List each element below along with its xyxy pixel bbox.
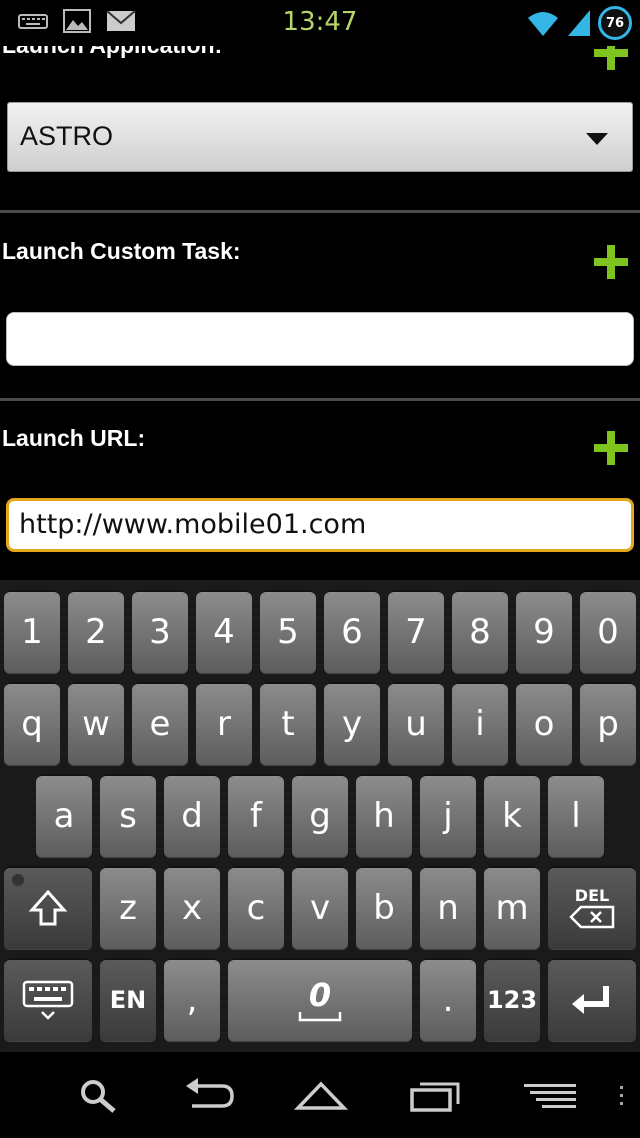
shift-arrow-icon: [28, 889, 68, 926]
key-v[interactable]: v: [292, 866, 348, 950]
launch-custom-task-label: Launch Custom Task:: [2, 238, 241, 264]
home-icon[interactable]: [294, 1078, 348, 1114]
url-input[interactable]: http://www.mobile01.com: [6, 498, 634, 552]
launch-url-label: Launch URL:: [2, 425, 146, 451]
search-icon[interactable]: [78, 1078, 120, 1114]
application-selected-value: ASTRO: [20, 121, 114, 151]
url-value: http://www.mobile01.com: [19, 509, 367, 540]
key-i[interactable]: i: [452, 682, 508, 766]
key-u[interactable]: u: [388, 682, 444, 766]
add-custom-task-plus-icon[interactable]: [594, 245, 628, 279]
comma-key[interactable]: ,: [164, 958, 220, 1042]
key-2[interactable]: 2: [68, 590, 124, 674]
key-q[interactable]: q: [4, 682, 60, 766]
dropdown-arrow-icon: [586, 133, 608, 145]
status-bar: 13:47 76: [0, 0, 640, 46]
application-spinner[interactable]: ASTRO: [7, 102, 633, 172]
space-icon: [298, 1012, 342, 1022]
key-8[interactable]: 8: [452, 590, 508, 674]
delete-label: DEL: [574, 886, 610, 905]
key-1[interactable]: 1: [4, 590, 60, 674]
key-g[interactable]: g: [292, 774, 348, 858]
key-c[interactable]: c: [228, 866, 284, 950]
key-w[interactable]: w: [68, 682, 124, 766]
key-0[interactable]: 0: [580, 590, 636, 674]
key-7[interactable]: 7: [388, 590, 444, 674]
key-f[interactable]: f: [228, 774, 284, 858]
back-icon[interactable]: [182, 1078, 236, 1114]
space-logo: 0: [308, 976, 332, 1014]
shift-key[interactable]: [4, 866, 92, 950]
key-l[interactable]: l: [548, 774, 604, 858]
key-a[interactable]: a: [36, 774, 92, 858]
keyboard-settings-key[interactable]: [4, 958, 92, 1042]
key-p[interactable]: p: [580, 682, 636, 766]
enter-key[interactable]: [548, 958, 636, 1042]
overflow-icon[interactable]: [618, 1078, 626, 1114]
key-d[interactable]: d: [164, 774, 220, 858]
key-m[interactable]: m: [484, 866, 540, 950]
shift-indicator: [12, 874, 24, 886]
launch-application-label: Launch Application:: [2, 46, 222, 59]
key-s[interactable]: s: [100, 774, 156, 858]
settings-form[interactable]: Launch Application: ASTRO Launch Custom …: [0, 46, 640, 580]
key-6[interactable]: 6: [324, 590, 380, 674]
key-o[interactable]: o: [516, 682, 572, 766]
enter-icon: [572, 986, 609, 1014]
period-key[interactable]: .: [420, 958, 476, 1042]
delete-key[interactable]: DEL: [548, 866, 636, 950]
status-right-icons: 76: [526, 6, 632, 40]
signal-icon: [568, 10, 590, 36]
add-url-plus-icon[interactable]: [594, 431, 628, 465]
key-b[interactable]: b: [356, 866, 412, 950]
divider: [0, 398, 640, 401]
language-key[interactable]: EN: [100, 958, 156, 1042]
key-n[interactable]: n: [420, 866, 476, 950]
space-bar[interactable]: 0: [228, 958, 412, 1042]
key-9[interactable]: 9: [516, 590, 572, 674]
backspace-icon: [569, 905, 615, 929]
navigation-bar: [0, 1052, 640, 1138]
keyboard-icon: [22, 980, 74, 1020]
divider: [0, 210, 640, 213]
key-z[interactable]: z: [100, 866, 156, 950]
key-4[interactable]: 4: [196, 590, 252, 674]
key-r[interactable]: r: [196, 682, 252, 766]
battery-indicator: 76: [598, 6, 632, 40]
wifi-icon: [528, 12, 558, 36]
key-e[interactable]: e: [132, 682, 188, 766]
key-t[interactable]: t: [260, 682, 316, 766]
key-h[interactable]: h: [356, 774, 412, 858]
soft-keyboard[interactable]: 1 2 3 4 5 6 7 8 9 0 q w e r t y u i o p …: [0, 580, 640, 1052]
numbers-key[interactable]: 123: [484, 958, 540, 1042]
custom-task-input[interactable]: [6, 312, 634, 366]
key-k[interactable]: k: [484, 774, 540, 858]
recent-apps-icon[interactable]: [408, 1078, 462, 1114]
key-3[interactable]: 3: [132, 590, 188, 674]
key-5[interactable]: 5: [260, 590, 316, 674]
key-x[interactable]: x: [164, 866, 220, 950]
key-y[interactable]: y: [324, 682, 380, 766]
key-j[interactable]: j: [420, 774, 476, 858]
add-application-plus-icon[interactable]: [594, 46, 628, 70]
menu-icon[interactable]: [520, 1078, 580, 1114]
